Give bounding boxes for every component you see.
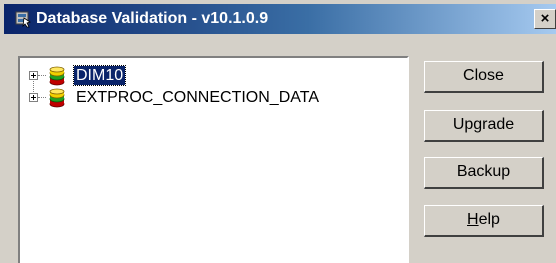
window-close-button[interactable]: × xyxy=(534,9,556,29)
close-button[interactable]: Close xyxy=(424,61,544,93)
tree-branch-line xyxy=(38,97,46,99)
title-bar[interactable]: Database Validation - v10.1.0.9 × xyxy=(4,4,556,34)
window-title: Database Validation - v10.1.0.9 xyxy=(36,10,269,27)
expand-plus-icon[interactable] xyxy=(29,71,38,80)
close-icon: × xyxy=(540,10,550,27)
tree-node-extproc-connection-data[interactable]: EXTPROC_CONNECTION_DATA xyxy=(20,88,400,110)
database-tree[interactable]: DIM10 EXTPROC_CONNECTION_DATA xyxy=(18,56,409,263)
tree-node-label[interactable]: EXTPROC_CONNECTION_DATA xyxy=(74,88,321,107)
tree-node-label[interactable]: DIM10 xyxy=(72,65,127,86)
upgrade-button[interactable]: Upgrade xyxy=(424,110,544,142)
tree-branch-line xyxy=(38,75,46,77)
database-icon xyxy=(49,66,65,86)
database-icon xyxy=(49,88,65,108)
expand-plus-icon[interactable] xyxy=(29,93,38,102)
help-button[interactable]: Help xyxy=(424,205,544,237)
backup-button[interactable]: Backup xyxy=(424,157,544,189)
tree-node-dim10[interactable]: DIM10 xyxy=(20,65,400,88)
app-icon xyxy=(15,11,31,28)
database-validation-window: Database Validation - v10.1.0.9 × DIM10 xyxy=(0,0,556,263)
